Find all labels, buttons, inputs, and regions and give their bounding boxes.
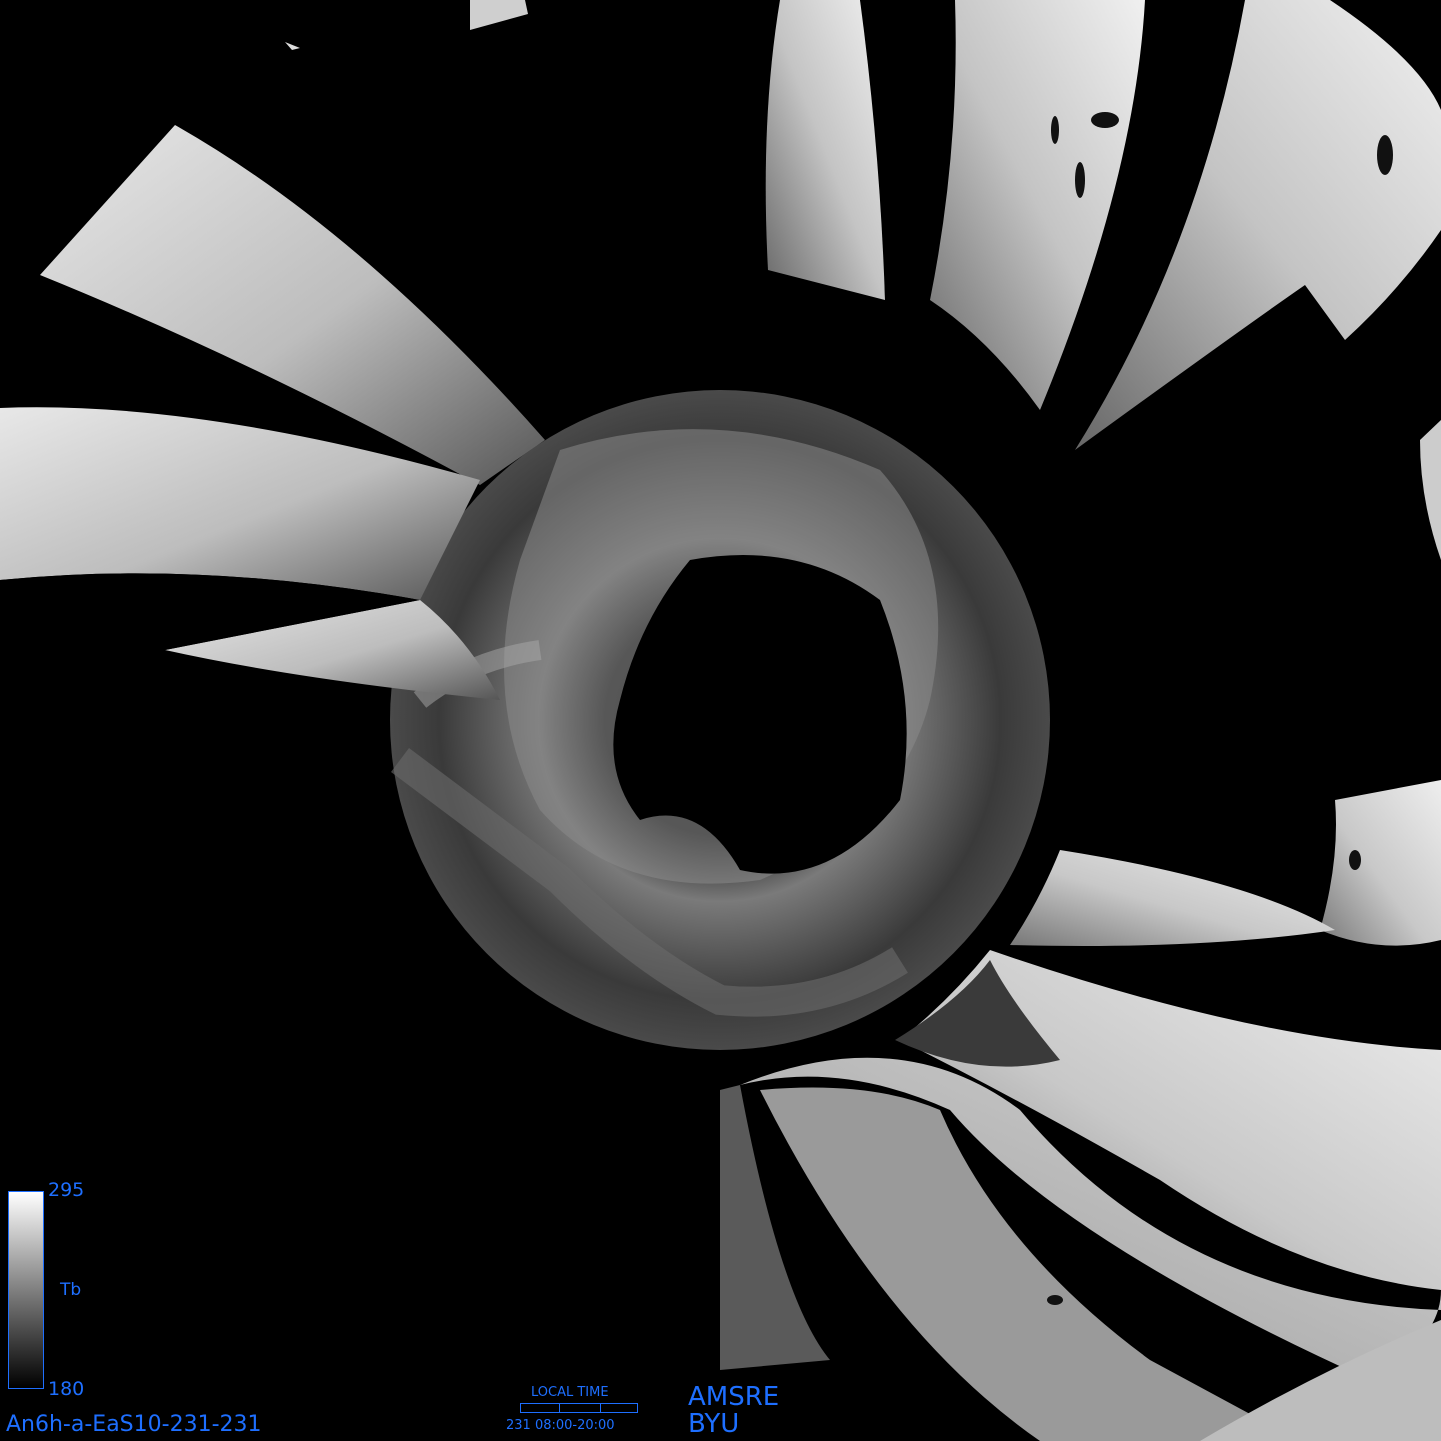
colorbar [8,1191,44,1389]
colorbar-variable-label: Tb [60,1280,82,1300]
brightness-temperature-map [0,0,1441,1441]
colorbar-max-label: 295 [48,1179,85,1201]
local-time-window [559,1403,601,1413]
product-id-label: An6h-a-EaS10-231-231 [6,1412,262,1437]
polar-disc [390,390,1050,1050]
local-time-title: LOCAL TIME [531,1385,609,1400]
colorbar-min-label: 180 [48,1378,85,1400]
organization-label: BYU [688,1409,740,1439]
sensor-label: AMSRE [688,1382,780,1412]
local-time-bar [520,1403,638,1413]
local-time-range: 231 08:00-20:00 [506,1418,615,1433]
